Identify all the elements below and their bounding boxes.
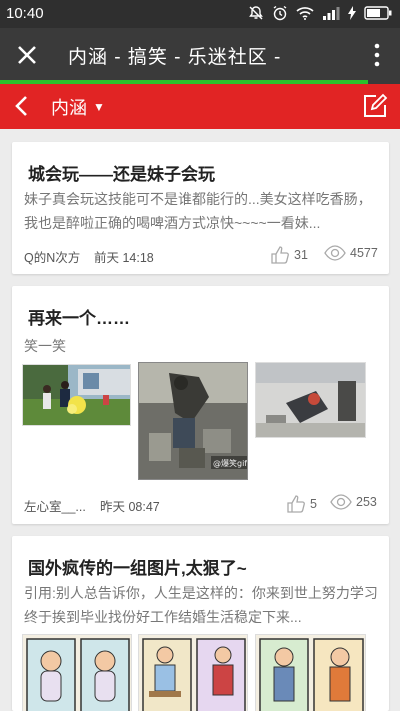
post-excerpt: 引用:别人总告诉你，人生是这样的：你来到世上努力学习终于挨到毕业找份好工作结婚生… bbox=[24, 585, 378, 625]
post-time: 前天 14:18 bbox=[94, 251, 154, 265]
thumbs-up-icon bbox=[271, 246, 289, 264]
alarm-icon bbox=[273, 5, 287, 21]
like-button[interactable]: 5 bbox=[286, 494, 317, 514]
post-title: 城会玩——还是妹子会玩 bbox=[28, 165, 215, 184]
like-button[interactable]: 31 bbox=[270, 245, 308, 265]
close-icon[interactable] bbox=[12, 40, 42, 70]
post-card[interactable]: 城会玩——还是妹子会玩 妹子真会玩这技能可不是谁都能行的...美女这样吃香肠，我… bbox=[12, 142, 389, 274]
view-count: 4577 bbox=[350, 246, 378, 260]
wifi-icon bbox=[296, 7, 314, 20]
gif-photo: @爆笑gif图 bbox=[139, 363, 248, 479]
post-image[interactable] bbox=[138, 634, 248, 711]
back-arrow-icon[interactable] bbox=[10, 92, 34, 120]
nav-bar: 内涵 ▼ bbox=[0, 84, 400, 129]
post-author[interactable]: 左心室__... bbox=[24, 496, 86, 515]
view-stat: 253 bbox=[330, 494, 377, 510]
post-time: 昨天 08:47 bbox=[100, 500, 160, 514]
status-bar: 10:40 bbox=[0, 0, 400, 28]
gif-watermark: @爆笑gif图 bbox=[213, 458, 248, 468]
like-count: 31 bbox=[294, 248, 308, 262]
view-count: 253 bbox=[356, 495, 377, 509]
post-image[interactable] bbox=[22, 634, 132, 711]
scene-photo bbox=[256, 363, 365, 437]
status-time: 10:40 bbox=[6, 5, 44, 22]
post-excerpt: 妹子真会玩这技能可不是谁都能行的...美女这样吃香肠，我也是醉啦正确的喝啤酒方式… bbox=[24, 191, 372, 231]
view-stat: 4577 bbox=[324, 245, 378, 261]
caret-down-icon: ▼ bbox=[93, 100, 105, 114]
post-image[interactable] bbox=[255, 362, 366, 438]
thumbs-up-icon bbox=[287, 495, 305, 513]
more-menu-icon[interactable] bbox=[370, 40, 384, 70]
comic-baby-image bbox=[23, 635, 131, 711]
signal-icon bbox=[323, 7, 340, 20]
post-image[interactable] bbox=[255, 634, 366, 711]
comic-school-image bbox=[139, 635, 247, 711]
title-bar: 内涵 - 搞笑 - 乐迷社区 - bbox=[0, 28, 400, 82]
compose-icon[interactable] bbox=[362, 93, 388, 119]
post-card[interactable]: 国外疯传的一组图片,太狠了~ 引用:别人总告诉你，人生是这样的：你来到世上努力学… bbox=[12, 536, 389, 711]
page-title: 内涵 - 搞笑 - 乐迷社区 - bbox=[68, 47, 282, 68]
mute-icon bbox=[249, 6, 263, 20]
eye-icon bbox=[330, 494, 352, 510]
eye-icon bbox=[324, 245, 346, 261]
like-count: 5 bbox=[310, 497, 317, 511]
battery-icon bbox=[364, 6, 392, 20]
charging-icon bbox=[348, 6, 356, 20]
post-image[interactable]: @爆笑gif图 bbox=[138, 362, 248, 480]
post-meta: 左心室__... 昨天 08:47 5 253 bbox=[24, 494, 379, 514]
post-title: 再来一个…… bbox=[28, 309, 130, 328]
post-author[interactable]: Q的N次方 bbox=[24, 247, 80, 266]
post-subtitle: 笑一笑 bbox=[24, 338, 66, 354]
post-meta: Q的N次方 前天 14:18 31 4577 bbox=[24, 245, 379, 265]
status-icons bbox=[248, 5, 392, 21]
comic-adult-image bbox=[256, 635, 365, 711]
post-title: 国外疯传的一组图片,太狠了~ bbox=[28, 559, 247, 578]
category-dropdown[interactable]: 内涵 ▼ bbox=[51, 94, 105, 120]
post-image[interactable] bbox=[22, 364, 131, 426]
post-card[interactable]: 再来一个…… 笑一笑 @爆笑gif 左心室__... 昨天 08:47 5 25… bbox=[12, 286, 389, 524]
cheerleader-photo bbox=[23, 365, 130, 425]
category-label: 内涵 bbox=[51, 98, 87, 118]
